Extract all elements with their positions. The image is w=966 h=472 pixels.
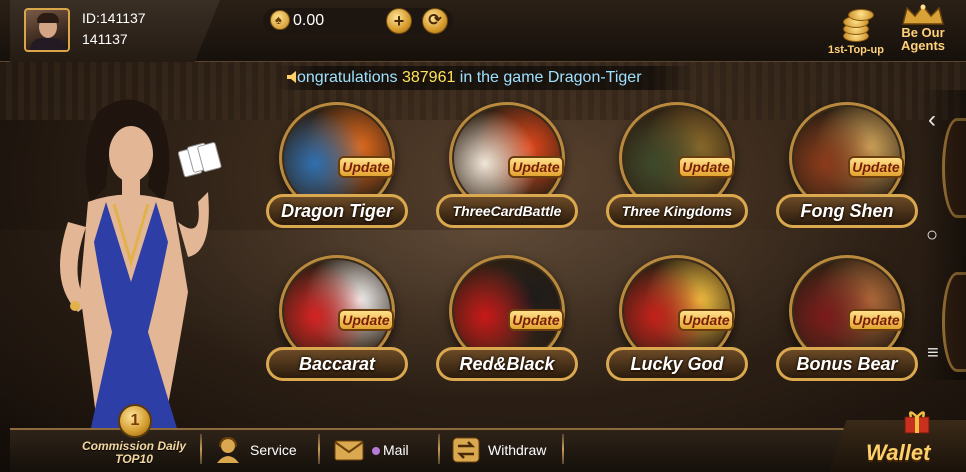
marquee-number: 387961 — [401, 69, 456, 86]
game-tile-lucky-god[interactable]: Update Lucky God — [602, 255, 752, 387]
balance-value: 0.00 — [293, 12, 325, 29]
update-badge: Update — [678, 156, 734, 178]
game-tile-fong-shen[interactable]: Update Fong Shen — [772, 102, 922, 234]
user-name: 141137 — [82, 31, 128, 47]
marquee-part1: ongratulations — [297, 69, 402, 86]
divider — [562, 434, 564, 464]
game-label: Fong Shen — [776, 194, 918, 228]
coin-icon — [270, 10, 290, 30]
game-label: Three Kingdoms — [606, 194, 748, 228]
divider — [438, 434, 440, 464]
marquee-game: Dragon-Tiger — [547, 69, 642, 86]
commission-line1: Commission Daily — [81, 439, 187, 453]
game-tile-red-black[interactable]: Update Red&Black — [432, 255, 582, 387]
mail-button[interactable]: Mail — [334, 430, 409, 470]
game-label: ThreeCardBattle — [436, 194, 578, 228]
game-label: Baccarat — [266, 347, 408, 381]
wallet-label[interactable]: Wallet — [866, 440, 930, 466]
commission-label: Commission Daily TOP10 — [74, 440, 194, 466]
update-badge: Update — [848, 156, 904, 178]
withdraw-icon — [452, 437, 480, 463]
update-badge: Update — [338, 156, 394, 178]
game-tile-three-kingdoms[interactable]: Update Three Kingdoms — [602, 102, 752, 234]
commission-line2: TOP10 — [115, 452, 153, 466]
game-tile-three-card-battle[interactable]: Update ThreeCardBattle — [432, 102, 582, 234]
refresh-balance-button[interactable]: ⟳ — [422, 8, 448, 34]
game-label: Red&Black — [436, 347, 578, 381]
marquee-text: ongratulations 387961 in the game Dragon… — [297, 69, 642, 87]
service-icon — [217, 436, 239, 463]
game-label: Dragon Tiger — [266, 194, 408, 228]
game-label: Bonus Bear — [776, 347, 918, 381]
mail-label: Mail — [372, 442, 409, 458]
user-id: ID:141137 — [82, 10, 146, 26]
update-badge: Update — [508, 156, 564, 178]
hostess-illustration — [60, 99, 222, 432]
marquee-part2: in the game — [455, 69, 548, 86]
game-label: Lucky God — [606, 347, 748, 381]
menu-nav-icon[interactable]: ≡ — [927, 342, 939, 365]
service-label: Service — [250, 442, 297, 458]
divider — [318, 434, 320, 464]
add-balance-button[interactable]: + — [386, 8, 412, 34]
game-tile-baccarat[interactable]: Update Baccarat — [262, 255, 412, 387]
withdraw-button[interactable]: Withdraw — [452, 430, 546, 470]
update-badge: Update — [678, 309, 734, 331]
divider — [200, 434, 202, 464]
game-lobby: ID:141137 141137 0.00 + ⟳ 1st-Top-up Be … — [0, 0, 966, 472]
home-nav-icon[interactable]: ○ — [926, 224, 938, 247]
top-up-label: 1st-Top-up — [827, 44, 884, 56]
agents-label-line2: Agents — [900, 38, 946, 53]
update-badge: Update — [338, 309, 394, 331]
service-button[interactable]: Service — [214, 430, 297, 470]
game-tile-bonus-bear[interactable]: Update Bonus Bear — [772, 255, 922, 387]
mail-icon — [334, 440, 364, 461]
speaker-icon — [287, 71, 296, 83]
notification-dot — [372, 447, 380, 455]
coins-stack-icon — [834, 6, 878, 44]
refresh-icon: ⟳ — [428, 12, 442, 29]
back-nav-icon[interactable]: ‹ — [928, 106, 936, 134]
crown-icon — [901, 4, 945, 40]
game-tile-dragon-tiger[interactable]: Update Dragon Tiger — [262, 102, 412, 234]
update-badge: Update — [848, 309, 904, 331]
avatar[interactable] — [24, 8, 70, 52]
be-our-agents-button[interactable]: Be Our Agents — [892, 4, 954, 52]
plus-icon: + — [393, 11, 405, 31]
commission-daily-top10-button[interactable]: 1 Commission Daily TOP10 — [74, 404, 194, 472]
medal-icon: 1 — [118, 404, 152, 438]
update-badge: Update — [508, 309, 564, 331]
first-top-up-button[interactable]: 1st-Top-up — [822, 6, 890, 56]
withdraw-label: Withdraw — [488, 442, 547, 458]
gift-icon — [904, 411, 930, 434]
